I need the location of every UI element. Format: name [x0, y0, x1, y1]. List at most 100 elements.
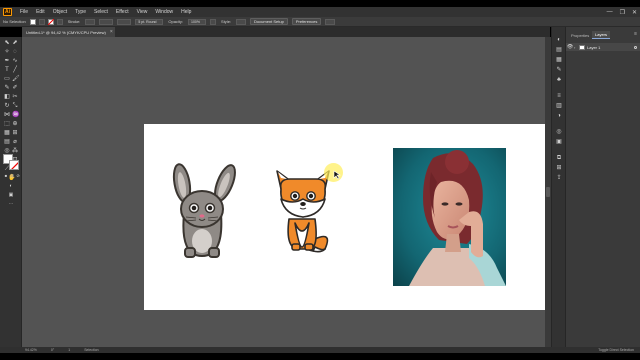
document-tab[interactable]: Untitled-1* @ 94,42 % (CMYK/CPU Preview)… [22, 27, 115, 37]
none-stroke-slash-icon [11, 162, 18, 169]
lasso-tool-icon[interactable]: ◌ [12, 49, 18, 55]
stroke-swatch[interactable] [47, 18, 54, 25]
menu-type[interactable]: Type [71, 9, 90, 15]
rectangle-tool-icon[interactable]: ▭ [4, 76, 10, 82]
canvas-area[interactable] [22, 37, 545, 347]
fill-swatch[interactable] [29, 18, 36, 25]
free-transform-tool-icon[interactable]: ⬚ [4, 121, 10, 127]
menu-help[interactable]: Help [177, 9, 195, 15]
brush-definition-dropdown[interactable] [117, 18, 132, 25]
brush-dropdown[interactable]: 5 pt. Round [135, 18, 164, 25]
status-hint: Toggle Direct Selection [598, 348, 634, 352]
document-tab-title: Untitled-1* @ 94,42 % (CMYK/CPU Preview) [26, 29, 106, 35]
scale-tool-icon[interactable]: ⤡ [12, 103, 18, 109]
menu-select[interactable]: Select [90, 9, 112, 15]
layers-panel-icon[interactable]: ⧉ [556, 155, 562, 161]
menu-effect[interactable]: Effect [112, 9, 133, 15]
layer-target-icon[interactable] [634, 45, 637, 49]
line-tool-icon[interactable]: ╱ [12, 67, 18, 73]
magic-wand-tool-icon[interactable]: ✧ [4, 49, 10, 55]
menu-edit[interactable]: Edit [32, 9, 49, 15]
opacity-label: Opacity: [168, 19, 184, 24]
minimize-icon[interactable]: — [607, 9, 613, 15]
fox-illustration[interactable] [275, 169, 331, 253]
menu-bar: Ai File Edit Object Type Select Effect V… [0, 7, 640, 17]
layers-panel: Properties Layers ≡ 👁 › Layer 1 [565, 27, 640, 347]
portrait-photo-image [393, 148, 506, 286]
artboard-navigator[interactable]: 1 [68, 348, 70, 352]
current-tool-status: Selection [84, 348, 99, 352]
paintbrush-tool-icon[interactable]: 🖌 [12, 76, 20, 82]
stroke-weight-input[interactable] [85, 18, 96, 25]
scrollbar-thumb[interactable] [546, 187, 550, 197]
pencil-tool-icon[interactable]: ✎ [4, 85, 10, 91]
document-setup-button[interactable]: Document Setup [250, 18, 288, 25]
mesh-tool-icon[interactable]: ⊞ [12, 130, 18, 136]
direct-selection-tool-icon[interactable]: ⬈ [12, 40, 18, 46]
menu-file[interactable]: File [16, 9, 32, 15]
fill-dropdown[interactable] [38, 18, 45, 25]
warp-tool-icon[interactable]: ♒ [12, 112, 19, 118]
gradient-panel-icon[interactable]: ▥ [556, 103, 562, 109]
no-stroke-icon [47, 18, 54, 25]
mouse-cursor-icon [333, 170, 341, 180]
opacity-input[interactable]: 100% [188, 18, 207, 25]
symbols-panel-icon[interactable]: ♣ [556, 77, 562, 83]
layer-row[interactable]: 👁 › Layer 1 [566, 43, 640, 51]
shaper-tool-icon[interactable]: ✐ [12, 85, 18, 91]
selection-tool-icon[interactable]: ⬉ [4, 40, 10, 46]
artboards-panel-icon[interactable]: ⊞ [556, 165, 562, 171]
transparency-panel-icon[interactable]: ◑ [556, 113, 562, 119]
layer-name[interactable]: Layer 1 [587, 45, 600, 50]
type-tool-icon[interactable]: T [4, 67, 10, 73]
curvature-tool-icon[interactable]: ∿ [12, 58, 18, 64]
shape-builder-tool-icon[interactable]: ⊕ [12, 121, 18, 127]
arrange-documents-icon[interactable] [325, 18, 336, 25]
perspective-grid-tool-icon[interactable]: ▦ [4, 130, 10, 136]
close-tab-icon[interactable]: × [110, 29, 113, 35]
zoom-level[interactable]: 94.42% [25, 348, 37, 352]
swatches-panel-icon[interactable]: ▦ [556, 57, 562, 63]
panel-menu-icon[interactable]: ≡ [634, 31, 637, 37]
rotate-tool-icon[interactable]: ↻ [4, 103, 10, 109]
artboard[interactable] [144, 124, 545, 310]
stroke-panel-icon[interactable]: ≡ [556, 93, 562, 99]
menu-view[interactable]: View [133, 9, 152, 15]
gradient-tool-icon[interactable]: ▤ [4, 139, 10, 145]
width-tool-icon[interactable]: ⋈ [4, 112, 10, 118]
menu-window[interactable]: Window [151, 9, 177, 15]
document-tab-bar: Untitled-1* @ 94,42 % (CMYK/CPU Preview)… [22, 27, 550, 37]
opacity-arrow-icon[interactable] [210, 18, 217, 25]
screen-mode-icon[interactable]: ▣ [8, 192, 14, 198]
panel-dock: ◐ ▤ ▦ ✎ ♣ ≡ ▥ ◑ ◎ ▣ ⧉ ⊞ ⇪ [551, 27, 565, 347]
scissors-tool-icon[interactable]: ✂ [12, 94, 18, 100]
pen-tool-icon[interactable]: ✒ [4, 58, 10, 64]
visibility-eye-icon[interactable]: 👁 [566, 44, 574, 50]
stroke-color-icon[interactable] [9, 160, 19, 170]
maximize-icon[interactable]: ❐ [620, 9, 625, 16]
graphic-styles-icon[interactable]: ▣ [556, 139, 562, 145]
tab-layers[interactable]: Layers [592, 31, 611, 39]
color-panel-icon[interactable]: ◐ [556, 37, 562, 43]
draw-mode-icon[interactable]: ◐ [8, 183, 14, 189]
appearance-panel-icon[interactable]: ◎ [556, 129, 562, 135]
style-dropdown[interactable] [236, 18, 247, 25]
none-mode-icon[interactable]: ⊘ [15, 173, 21, 179]
edit-toolbar-icon[interactable]: ⋯ [8, 201, 14, 207]
variable-width-dropdown[interactable] [99, 18, 114, 25]
eyedropper-tool-icon[interactable]: ⌀ [12, 139, 18, 145]
brushes-panel-icon[interactable]: ✎ [556, 67, 562, 73]
eraser-tool-icon[interactable]: ◧ [4, 94, 10, 100]
stroke-label: Stroke: [67, 19, 81, 24]
preferences-button[interactable]: Preferences [291, 18, 322, 25]
portrait-photo[interactable] [393, 148, 506, 286]
tools-panel: ⬉ ⬈ ✧ ◌ ✒ ∿ T ╱ ▭ 🖌 ✎ ✐ ◧ ✂ ↻ ⤡ ⋈ ♒ ⬚ ⊕ … [0, 37, 22, 347]
asset-export-icon[interactable]: ⇪ [556, 175, 562, 181]
rotation-value[interactable]: 0° [51, 348, 54, 352]
close-icon[interactable]: ✕ [632, 9, 637, 16]
rabbit-illustration[interactable] [166, 162, 239, 260]
menu-object[interactable]: Object [49, 9, 71, 15]
stroke-dropdown[interactable] [56, 18, 63, 25]
color-guide-icon[interactable]: ▤ [556, 47, 562, 53]
tab-properties[interactable]: Properties [568, 31, 592, 39]
